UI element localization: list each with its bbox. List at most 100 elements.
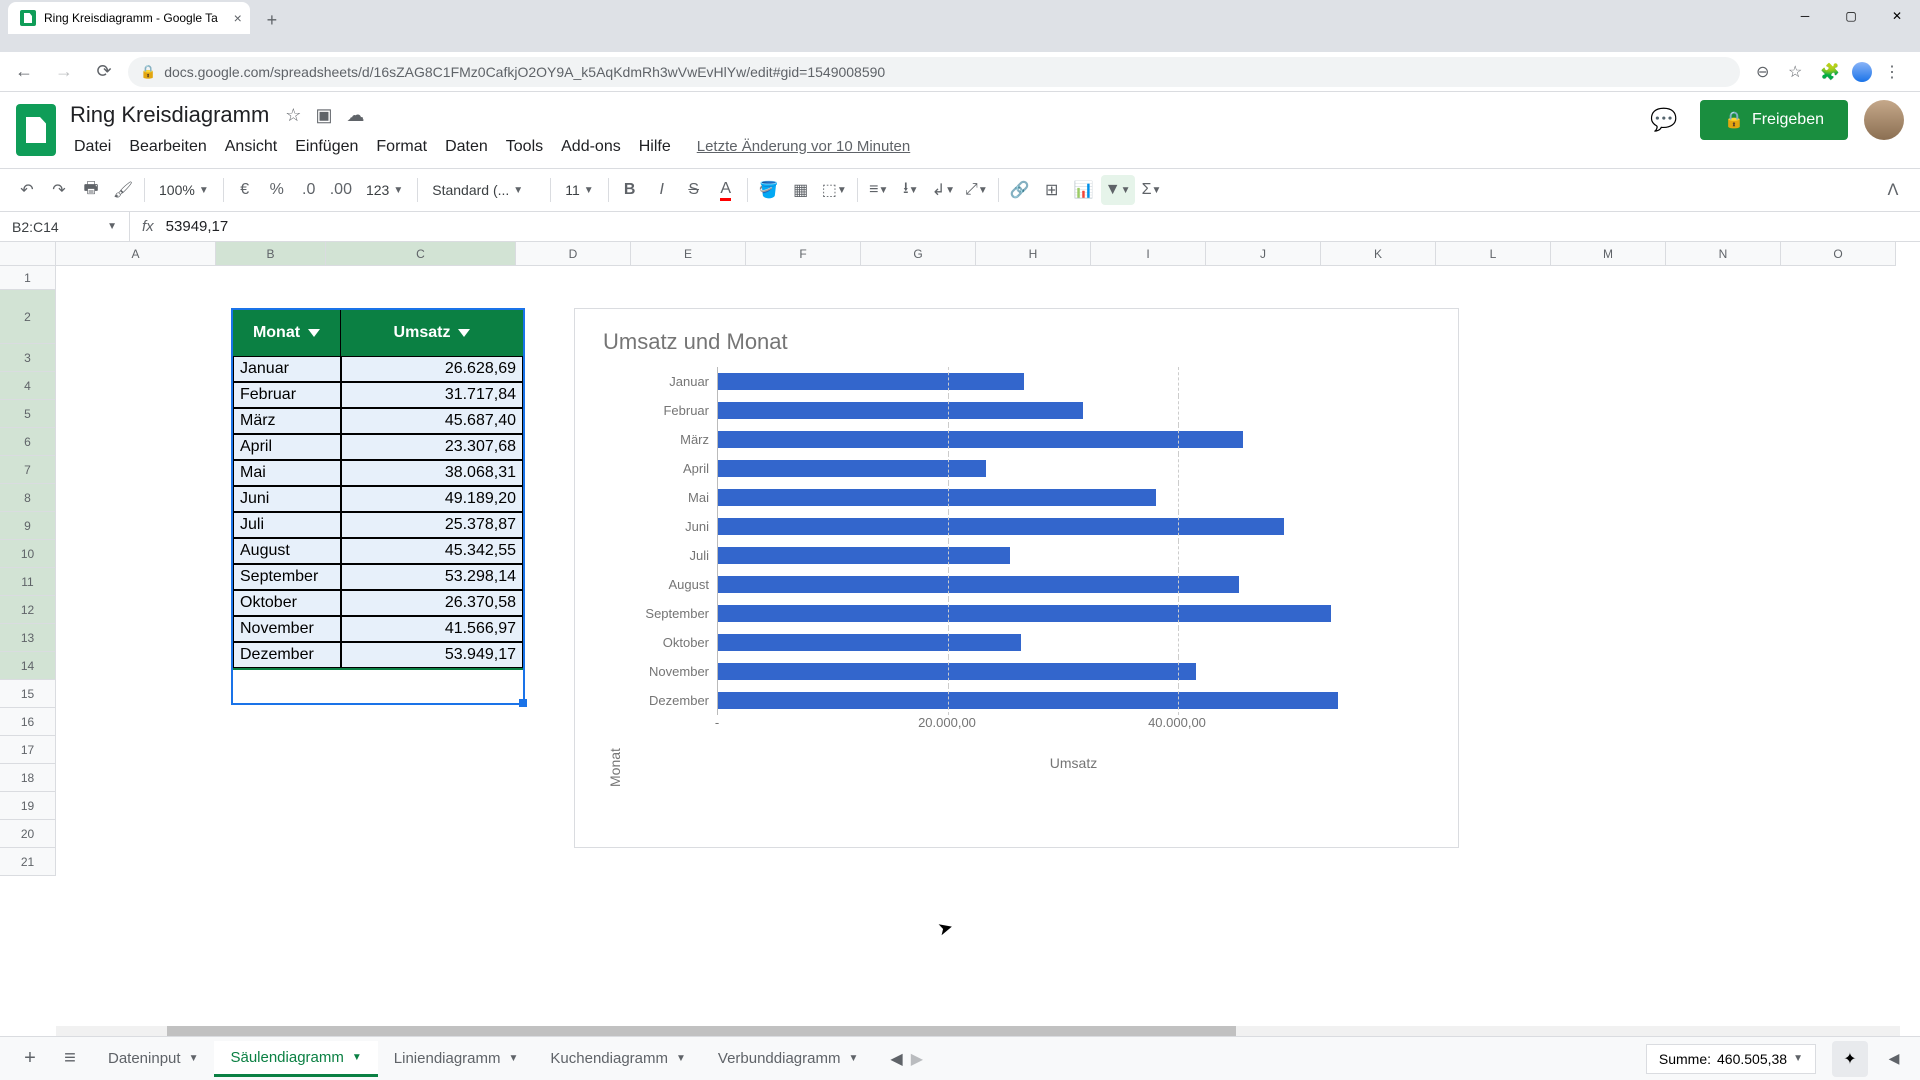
header-value[interactable]: Umsatz xyxy=(341,310,523,356)
sheet-tab[interactable]: Kuchendiagramm▼ xyxy=(534,1041,701,1077)
sheets-logo[interactable] xyxy=(16,104,56,156)
name-box[interactable]: B2:C14 ▼ xyxy=(0,212,130,241)
table-row[interactable]: Juli25.378,87 xyxy=(233,512,523,538)
row-header[interactable]: 10 xyxy=(0,540,56,568)
browser-menu-icon[interactable]: ⋮ xyxy=(1884,62,1904,82)
filter-icon[interactable] xyxy=(308,329,320,337)
italic-button[interactable]: I xyxy=(647,175,677,205)
cell-month[interactable]: März xyxy=(233,408,341,434)
percent-button[interactable]: % xyxy=(262,175,292,205)
cell-value[interactable]: 31.717,84 xyxy=(341,382,523,408)
cell-value[interactable]: 53.298,14 xyxy=(341,564,523,590)
sheet-tab-dropdown-icon[interactable]: ▼ xyxy=(676,1053,686,1064)
column-header[interactable]: M xyxy=(1551,242,1666,266)
row-header[interactable]: 3 xyxy=(0,344,56,372)
cell-value[interactable]: 26.628,69 xyxy=(341,356,523,382)
all-sheets-button[interactable]: ≡ xyxy=(52,1041,88,1077)
row-header[interactable]: 15 xyxy=(0,680,56,708)
insert-link-button[interactable]: 🔗 xyxy=(1005,175,1035,205)
sheet-tab[interactable]: Säulendiagramm▼ xyxy=(214,1041,377,1077)
redo-button[interactable]: ↷ xyxy=(44,175,74,205)
row-header[interactable]: 11 xyxy=(0,568,56,596)
cell-month[interactable]: Dezember xyxy=(233,642,341,668)
undo-button[interactable]: ↶ xyxy=(12,175,42,205)
menu-bearbeiten[interactable]: Bearbeiten xyxy=(121,134,214,160)
zoom-select[interactable]: 100%▼ xyxy=(151,182,217,198)
sheet-tab-dropdown-icon[interactable]: ▼ xyxy=(509,1053,519,1064)
table-row[interactable]: November41.566,97 xyxy=(233,616,523,642)
table-row[interactable]: April23.307,68 xyxy=(233,434,523,460)
sheet-tab-dropdown-icon[interactable]: ▼ xyxy=(352,1052,362,1063)
print-button[interactable]: 🖶 xyxy=(76,175,106,205)
row-header[interactable]: 9 xyxy=(0,512,56,540)
explore-button[interactable]: ✦ xyxy=(1832,1041,1868,1077)
collapse-toolbar-button[interactable]: ᐱ xyxy=(1878,175,1908,205)
address-bar[interactable]: 🔒 docs.google.com/spreadsheets/d/16sZAG8… xyxy=(128,57,1740,87)
filter-button[interactable]: ▼▼ xyxy=(1101,175,1135,205)
table-row[interactable]: Mai38.068,31 xyxy=(233,460,523,486)
row-header[interactable]: 8 xyxy=(0,484,56,512)
column-header[interactable]: G xyxy=(861,242,976,266)
move-doc-icon[interactable]: ▣ xyxy=(315,105,332,126)
cloud-status-icon[interactable]: ☁ xyxy=(346,105,364,126)
browser-profile-avatar[interactable] xyxy=(1852,62,1872,82)
selection-handle[interactable] xyxy=(519,699,527,707)
text-rotation-button[interactable]: ⤢▼ xyxy=(961,175,992,205)
column-header[interactable]: J xyxy=(1206,242,1321,266)
text-color-button[interactable]: A xyxy=(711,175,741,205)
sheet-nav-left[interactable]: ◀ xyxy=(890,1049,902,1069)
cell-value[interactable]: 38.068,31 xyxy=(341,460,523,486)
column-header[interactable]: A xyxy=(56,242,216,266)
new-tab-button[interactable]: + xyxy=(258,6,286,34)
maximize-button[interactable]: ▢ xyxy=(1828,0,1874,32)
add-sheet-button[interactable]: + xyxy=(12,1041,48,1077)
cell-month[interactable]: September xyxy=(233,564,341,590)
forward-button[interactable]: → xyxy=(48,56,80,88)
table-row[interactable]: Januar26.628,69 xyxy=(233,356,523,382)
row-header[interactable]: 21 xyxy=(0,848,56,876)
bold-button[interactable]: B xyxy=(615,175,645,205)
row-header[interactable]: 16 xyxy=(0,708,56,736)
last-edit-text[interactable]: Letzte Änderung vor 10 Minuten xyxy=(693,134,914,160)
cell-value[interactable]: 45.342,55 xyxy=(341,538,523,564)
menu-add-ons[interactable]: Add-ons xyxy=(553,134,629,160)
horizontal-scrollbar[interactable] xyxy=(56,1026,1900,1036)
merge-cells-button[interactable]: ⬚▼ xyxy=(818,175,851,205)
menu-datei[interactable]: Datei xyxy=(66,134,119,160)
row-header[interactable]: 1 xyxy=(0,266,56,290)
row-header[interactable]: 7 xyxy=(0,456,56,484)
cell-month[interactable]: Juli xyxy=(233,512,341,538)
functions-button[interactable]: Σ▼ xyxy=(1137,175,1167,205)
insert-comment-button[interactable]: ⊞ xyxy=(1037,175,1067,205)
menu-einfügen[interactable]: Einfügen xyxy=(287,134,366,160)
row-header[interactable]: 5 xyxy=(0,400,56,428)
cell-month[interactable]: Juni xyxy=(233,486,341,512)
menu-tools[interactable]: Tools xyxy=(498,134,551,160)
cell-value[interactable]: 25.378,87 xyxy=(341,512,523,538)
table-row[interactable]: September53.298,14 xyxy=(233,564,523,590)
account-avatar[interactable] xyxy=(1864,100,1904,140)
cell-value[interactable]: 41.566,97 xyxy=(341,616,523,642)
cell-month[interactable]: November xyxy=(233,616,341,642)
table-row[interactable]: Dezember53.949,17 xyxy=(233,642,523,668)
header-month[interactable]: Monat xyxy=(233,310,341,356)
sheet-nav-right[interactable]: ▶ xyxy=(911,1049,923,1069)
table-row[interactable]: Oktober26.370,58 xyxy=(233,590,523,616)
comments-button[interactable]: 💬 xyxy=(1644,100,1684,140)
row-header[interactable]: 20 xyxy=(0,820,56,848)
row-header[interactable]: 14 xyxy=(0,652,56,680)
borders-button[interactable]: ▦ xyxy=(786,175,816,205)
row-header[interactable]: 19 xyxy=(0,792,56,820)
side-panel-toggle[interactable]: ◀ xyxy=(1880,1050,1908,1067)
number-format-select[interactable]: 123▼ xyxy=(358,182,411,198)
cell-value[interactable]: 49.189,20 xyxy=(341,486,523,512)
text-wrap-button[interactable]: ↲▼ xyxy=(928,175,959,205)
row-header[interactable]: 12 xyxy=(0,596,56,624)
sheet-tab[interactable]: Dateninput▼ xyxy=(92,1041,214,1077)
reload-button[interactable]: ⟳ xyxy=(88,56,120,88)
cell-value[interactable]: 26.370,58 xyxy=(341,590,523,616)
share-button[interactable]: 🔒 Freigeben xyxy=(1700,100,1848,140)
cell-month[interactable]: Mai xyxy=(233,460,341,486)
cell-month[interactable]: August xyxy=(233,538,341,564)
cell-month[interactable]: Februar xyxy=(233,382,341,408)
